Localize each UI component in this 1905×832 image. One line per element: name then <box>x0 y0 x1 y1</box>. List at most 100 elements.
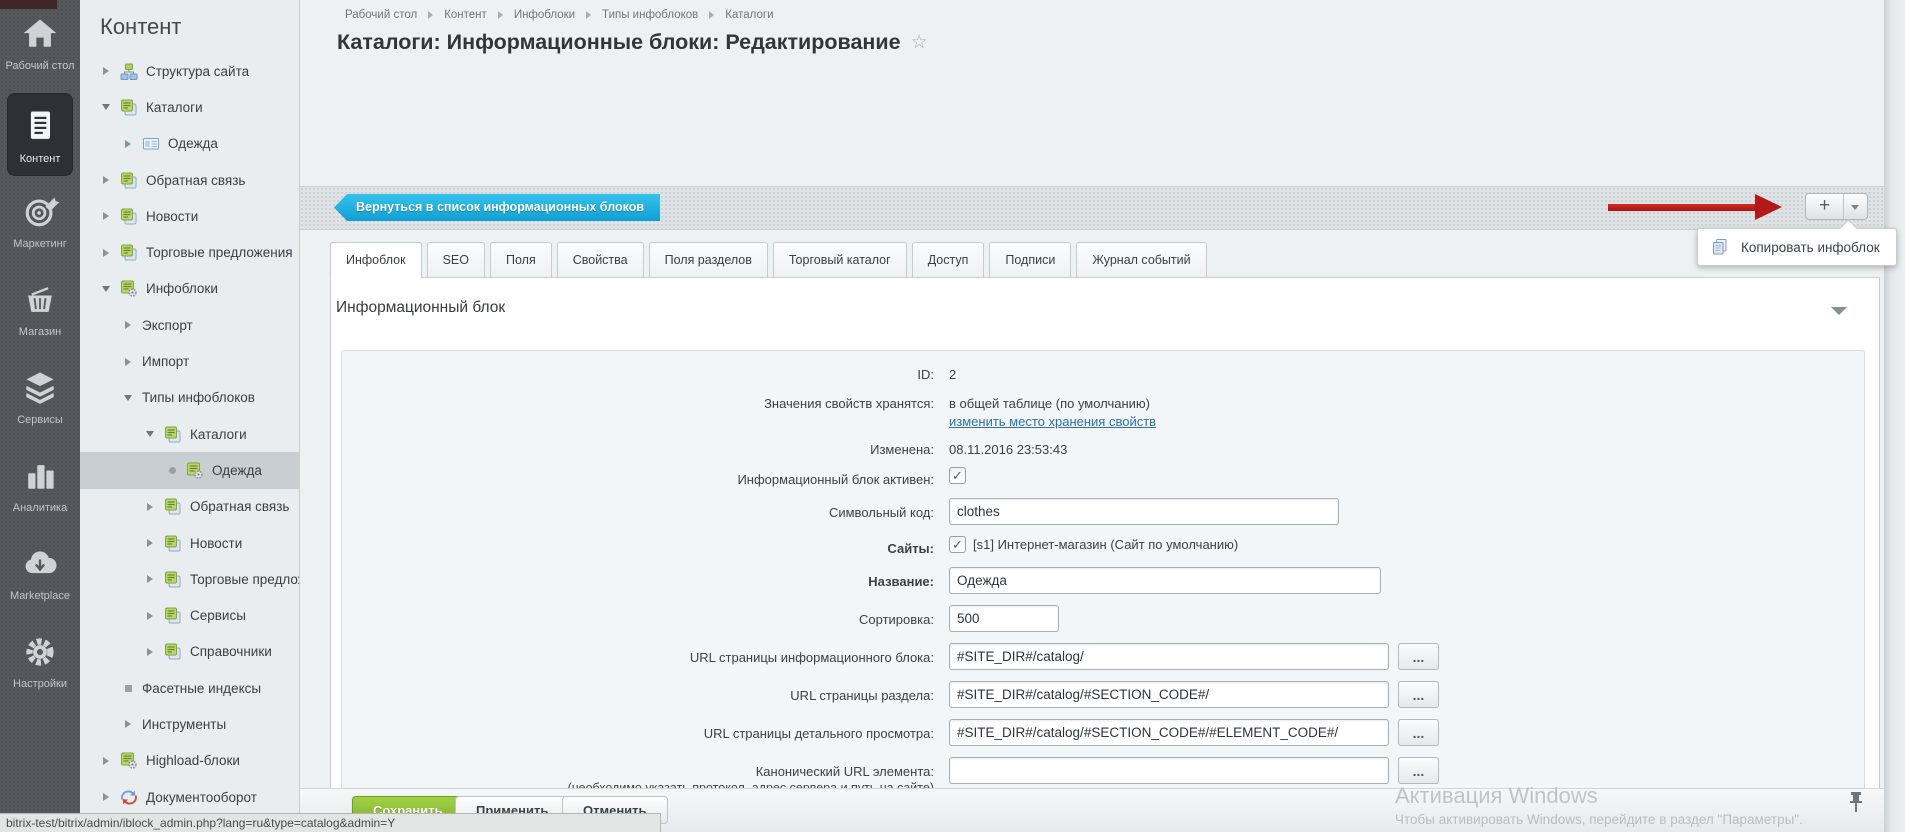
breadcrumb-separator-icon <box>709 11 714 19</box>
expand-arrow-icon[interactable] <box>99 793 113 801</box>
field-input[interactable] <box>949 681 1389 708</box>
browse-dots-button[interactable]: ... <box>1398 681 1439 708</box>
target-icon <box>18 192 62 232</box>
tree-item-фасетные-индексы[interactable]: Фасетные индексы <box>80 670 299 706</box>
add-split-button[interactable]: + <box>1805 193 1868 220</box>
tree-item-highload-блоки[interactable]: Highload-блоки <box>80 743 299 779</box>
breadcrumb-item[interactable]: Типы инфоблоков <box>602 9 698 21</box>
rail-item-label: Рабочий стол <box>0 60 80 73</box>
browse-dots-button[interactable]: ... <box>1398 757 1439 784</box>
tab-8[interactable]: Подписи <box>989 242 1071 278</box>
tab-9[interactable]: Журнал событий <box>1076 242 1206 278</box>
rail-item-8[interactable]: Настройки <box>0 632 80 691</box>
tree-item-экспорт[interactable]: Экспорт <box>80 307 299 343</box>
back-to-list-button[interactable]: Вернуться в список информационных блоков <box>334 194 660 221</box>
cloud-download-icon <box>18 544 62 584</box>
infoblock-form: ID:2Значения свойств хранятся:в общей та… <box>341 350 1865 788</box>
breadcrumb-item[interactable]: Контент <box>444 9 487 21</box>
field-input[interactable] <box>949 567 1381 594</box>
tree-item-новости[interactable]: Новости <box>80 525 299 561</box>
field-label: Информационный блок активен: <box>342 467 942 488</box>
rail-item-5[interactable]: Сервисы <box>0 368 80 427</box>
tab-7[interactable]: Доступ <box>912 242 985 278</box>
tree-item-торговые-предложения[interactable]: Торговые предложения <box>80 561 299 597</box>
tree-item-обратная-связь[interactable]: Обратная связь <box>80 489 299 525</box>
tree-item-торговые-предложения[interactable]: Торговые предложения <box>80 234 299 270</box>
rail-item-7[interactable]: Marketplace <box>0 544 80 603</box>
tree-item-каталоги[interactable]: Каталоги <box>80 416 299 452</box>
tab-6[interactable]: Торговый каталог <box>773 242 907 278</box>
tree-item-типы-инфоблоков[interactable]: Типы инфоблоков <box>80 380 299 416</box>
tree-item-обратная-связь[interactable]: Обратная связь <box>80 162 299 198</box>
expand-arrow-icon[interactable] <box>121 140 135 148</box>
expand-arrow-icon[interactable] <box>143 648 157 656</box>
breadcrumb-item[interactable]: Инфоблоки <box>514 9 575 21</box>
expand-arrow-icon[interactable] <box>121 720 135 728</box>
dropdown-menu-copy-infoblock[interactable]: Копировать инфоблок <box>1697 228 1897 266</box>
tree-item-импорт[interactable]: Импорт <box>80 343 299 379</box>
expand-arrow-icon[interactable] <box>121 321 135 329</box>
infoblock-pages-icon <box>120 99 138 116</box>
change-storage-link[interactable]: изменить место хранения свойств <box>949 413 1156 430</box>
favorite-star-icon[interactable]: ☆ <box>911 31 928 54</box>
breadcrumb-item[interactable]: Каталоги <box>725 9 773 21</box>
field-input[interactable] <box>949 757 1389 784</box>
expand-arrow-icon[interactable] <box>143 503 157 511</box>
browse-dots-button[interactable]: ... <box>1398 719 1439 746</box>
expand-arrow-icon[interactable] <box>143 612 157 620</box>
field-label: Значения свойств хранятся: <box>342 392 942 412</box>
tree-item-одежда[interactable]: Одежда <box>80 452 299 488</box>
collapse-chevron-icon[interactable] <box>1831 307 1847 315</box>
tree-item-инфоблоки[interactable]: Инфоблоки <box>80 271 299 307</box>
main-area: Рабочий стол Контент Инфоблоки Типы инфобло… <box>300 0 1905 832</box>
tab-1[interactable]: Инфоблок <box>330 242 422 279</box>
checkbox[interactable]: ✓ <box>949 467 966 484</box>
collapse-arrow-icon[interactable] <box>143 431 157 437</box>
rail-item-3[interactable]: Маркетинг <box>0 192 80 251</box>
tab-3[interactable]: Поля <box>490 242 552 278</box>
rail-item-1[interactable]: Рабочий стол <box>0 14 80 73</box>
expand-arrow-icon[interactable] <box>99 757 113 765</box>
tree-item-каталоги[interactable]: Каталоги <box>80 89 299 125</box>
expand-arrow-icon[interactable] <box>121 358 135 366</box>
tree-item-справочники[interactable]: Справочники <box>80 634 299 670</box>
rail-item-6[interactable]: Аналитика <box>0 456 80 515</box>
field-input[interactable] <box>949 498 1339 525</box>
tree-item-label: Новости <box>146 209 198 224</box>
tree-item-инструменты[interactable]: Инструменты <box>80 706 299 742</box>
tab-5[interactable]: Поля разделов <box>649 242 768 278</box>
field-input[interactable] <box>949 643 1389 670</box>
checkbox-label: [s1] Интернет-магазин (Сайт по умолчанию… <box>973 537 1238 552</box>
sidebar-title: Контент <box>100 14 182 40</box>
tree-item-label: Типы инфоблоков <box>142 390 255 405</box>
infoblock-gear-icon <box>186 462 204 479</box>
plus-icon[interactable]: + <box>1806 194 1844 219</box>
tree-item-сервисы[interactable]: Сервисы <box>80 597 299 633</box>
checkbox[interactable]: ✓ <box>949 536 966 553</box>
expand-arrow-icon[interactable] <box>99 249 113 257</box>
expand-arrow-icon[interactable] <box>143 539 157 547</box>
rail-item-label: Магазин <box>0 326 80 339</box>
tree-item-документооборот[interactable]: Документооборот <box>80 779 299 815</box>
tab-4[interactable]: Свойства <box>557 242 644 278</box>
tree-item-структура-сайта[interactable]: Структура сайта <box>80 53 299 89</box>
browse-dots-button[interactable]: ... <box>1398 643 1439 670</box>
rail-item-4[interactable]: Магазин <box>0 280 80 339</box>
expand-arrow-icon[interactable] <box>99 176 113 184</box>
collapse-arrow-icon[interactable] <box>121 395 135 401</box>
expand-arrow-icon[interactable] <box>143 575 157 583</box>
tree-item-одежда[interactable]: Одежда <box>80 126 299 162</box>
collapse-arrow-icon[interactable] <box>99 286 113 292</box>
expand-arrow-icon[interactable] <box>99 67 113 75</box>
expand-arrow-icon[interactable] <box>99 212 113 220</box>
tree-item-новости[interactable]: Новости <box>80 198 299 234</box>
field-input[interactable] <box>949 719 1389 746</box>
breadcrumb-item[interactable]: Рабочий стол <box>345 9 417 21</box>
bitrix-admin-screen: { "colors": { "accent_blue": "#1aa7d9", … <box>0 0 1905 832</box>
chevron-down-icon[interactable] <box>1851 205 1859 210</box>
tab-2[interactable]: SEO <box>427 242 485 278</box>
tree-item-label: Highload-блоки <box>146 753 240 768</box>
rail-item-2[interactable]: Контент <box>7 93 73 176</box>
field-input[interactable] <box>949 605 1059 632</box>
collapse-arrow-icon[interactable] <box>99 104 113 110</box>
